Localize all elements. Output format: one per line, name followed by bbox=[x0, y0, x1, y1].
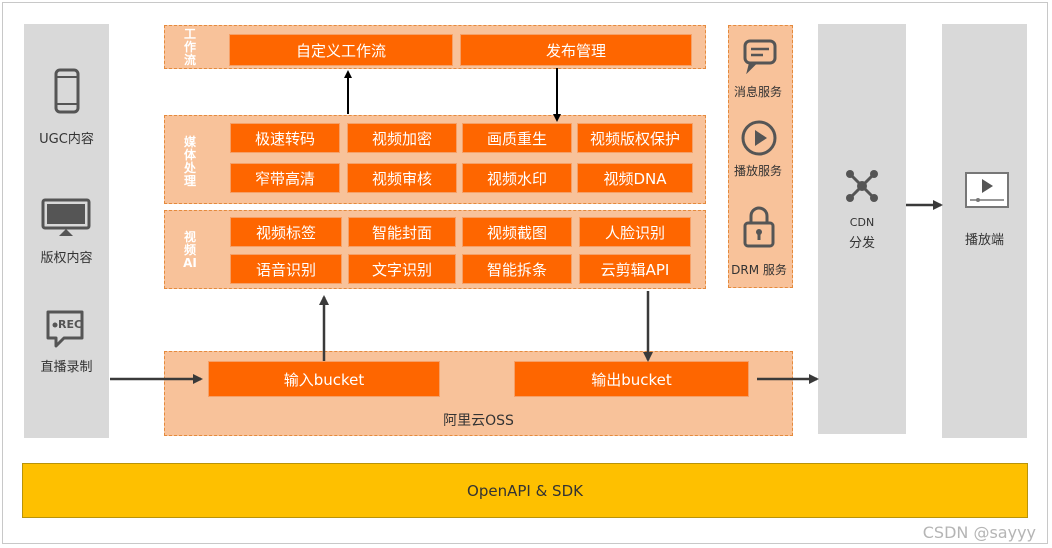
openapi-sdk-label: OpenAPI & SDK bbox=[467, 481, 583, 500]
openapi-sdk-bar: OpenAPI & SDK bbox=[22, 463, 1028, 518]
watermark: CSDN @sayyy bbox=[922, 523, 1036, 542]
